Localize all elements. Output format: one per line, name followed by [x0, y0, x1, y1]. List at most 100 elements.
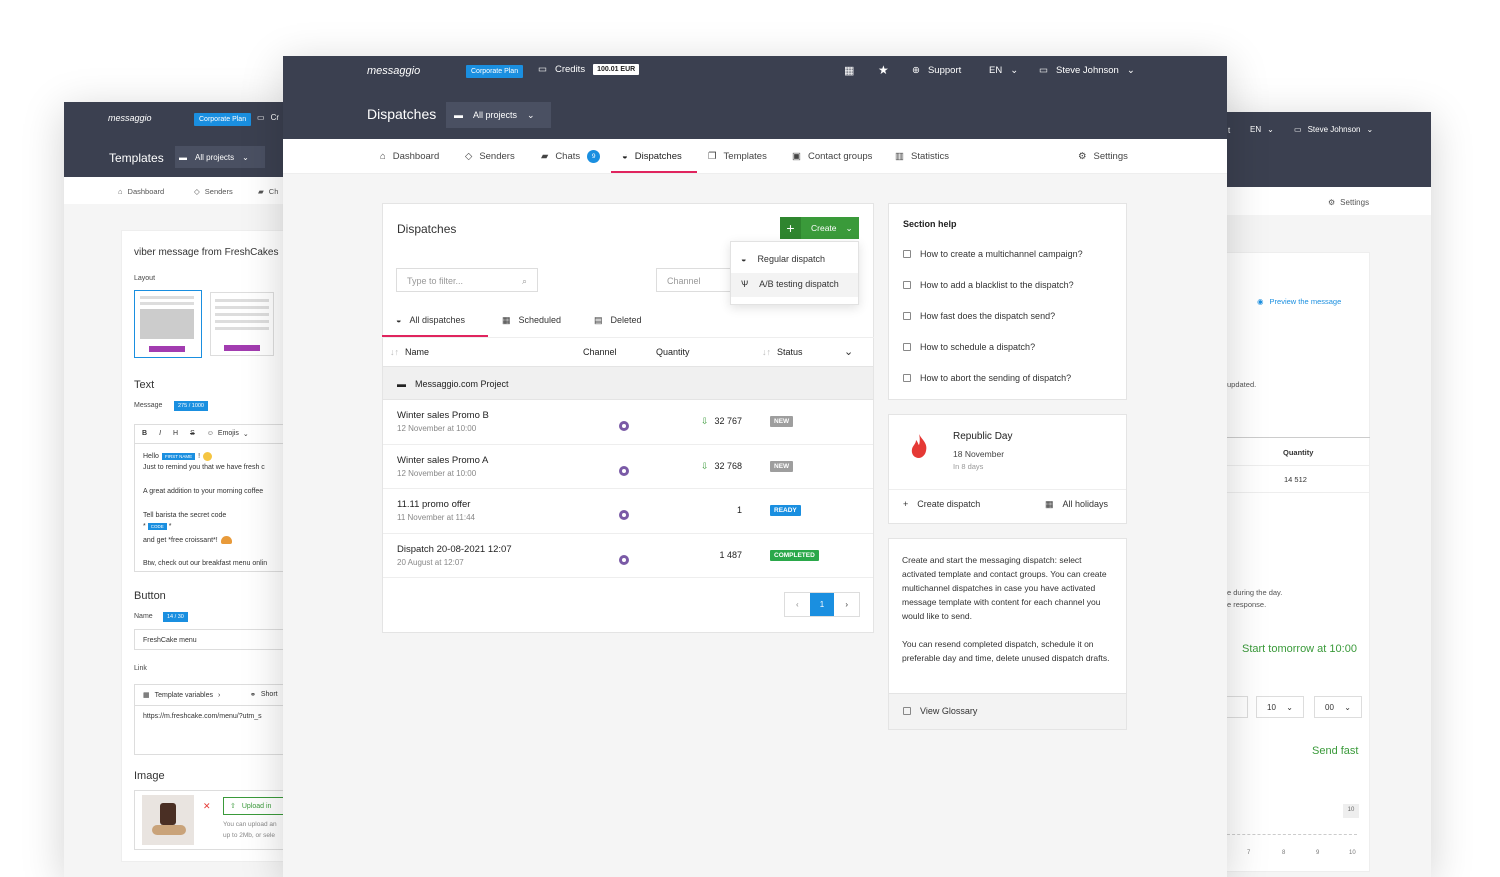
help-link[interactable]: How to abort the sending of dispatch? — [903, 373, 1071, 383]
strike-button[interactable]: S — [190, 430, 195, 437]
dropdown-ab-dispatch[interactable]: Ѱ A/B testing dispatch — [741, 279, 839, 289]
row-date: 11 November at 11:44 — [397, 513, 475, 522]
right-lang-select[interactable]: EN ⌄ — [1250, 125, 1274, 134]
user-upload-icon: ⇩ — [700, 416, 709, 426]
shorten-link-button[interactable]: ⚭ Short — [250, 691, 278, 699]
layout-option-image[interactable] — [134, 290, 202, 358]
nav-settings[interactable]: ⚙ Settings — [1078, 151, 1128, 162]
row-name[interactable]: 11.11 promo offer — [397, 499, 475, 510]
tab-deleted[interactable]: ▤ Deleted — [594, 315, 642, 326]
help-link[interactable]: How to schedule a dispatch? — [903, 342, 1035, 352]
pager-next[interactable]: › — [834, 593, 859, 616]
right-user-menu[interactable]: ▭ Steve Johnson ⌄ — [1294, 125, 1373, 134]
all-holidays-label: All holidays — [1062, 499, 1109, 509]
wallet-icon: ▭ — [538, 64, 547, 75]
left-nav-senders[interactable]: ◇ Senders — [194, 187, 233, 196]
plan-badge[interactable]: Corporate Plan — [466, 65, 524, 78]
all-holidays-link[interactable]: ▦ All holidays — [1045, 499, 1108, 510]
credits-widget[interactable]: ▭ Credits 100.01 EUR — [538, 64, 640, 75]
variables-icon: ▦ — [143, 692, 150, 699]
speed-slider[interactable] — [1227, 834, 1357, 842]
column-status[interactable]: ↓↑ Status — [762, 347, 803, 357]
filter-input[interactable]: Type to filter... ⌕ — [396, 268, 538, 292]
right-lang-label: EN — [1250, 125, 1262, 134]
code-variable[interactable]: CODE — [147, 523, 167, 530]
chevron-down-icon: ⌄ — [1126, 65, 1135, 76]
pager-page[interactable]: 1 — [809, 593, 835, 616]
tab-all-dispatches[interactable]: ◒ All dispatches — [396, 315, 465, 325]
message-editor[interactable] — [134, 424, 286, 572]
project-select[interactable]: ▬ All projects ⌄ — [446, 102, 551, 128]
viber-icon — [619, 421, 629, 431]
first-name-variable[interactable]: FIRST NAME — [161, 453, 196, 460]
column-channel[interactable]: Channel — [583, 347, 617, 357]
send-fast-option[interactable]: Send fast — [1312, 745, 1358, 757]
row-quantity: 1 — [736, 505, 742, 515]
italic-button[interactable]: I — [159, 430, 161, 437]
table-row[interactable]: Winter sales Promo B 12 November at 10:0… — [383, 400, 873, 445]
row-name[interactable]: Winter sales Promo B — [397, 410, 489, 421]
right-settings-link[interactable]: ⚙ Settings — [1328, 198, 1369, 207]
lang-select[interactable]: EN ⌄ — [989, 65, 1018, 76]
status-badge: COMPLETED — [770, 549, 819, 561]
nav-dispatches[interactable]: ◒ Dispatches — [622, 151, 682, 162]
user-menu[interactable]: ▭ Steve Johnson ⌄ — [1039, 65, 1135, 76]
upload-image-button[interactable]: ⇧ Upload in — [223, 797, 286, 815]
star-icon[interactable]: ★ — [878, 63, 889, 77]
active-tab-indicator — [611, 171, 697, 173]
main-logo[interactable]: messaggio — [367, 65, 420, 77]
view-glossary-link[interactable]: View Glossary — [903, 706, 977, 716]
calendar-icon[interactable]: ▦ — [844, 64, 854, 77]
support-link[interactable]: ⊕ Support — [912, 65, 961, 76]
user-name: Steve Johnson — [1055, 65, 1119, 76]
button-section-title: Button — [134, 590, 166, 602]
template-variables-button[interactable]: ▦ Template variables › — [143, 691, 220, 700]
nav-statistics[interactable]: ▥ Statistics — [895, 151, 949, 162]
create-button[interactable]: + Create ⌄ — [780, 217, 859, 239]
heading-button[interactable]: H — [173, 430, 178, 437]
project-group-name: Messaggio.com Project — [415, 379, 509, 389]
nav-label: Chats — [555, 151, 581, 162]
help-link[interactable]: How fast does the dispatch send? — [903, 311, 1055, 321]
channel-select[interactable]: Channel — [656, 268, 736, 292]
row-quantity-cell: 1 487 — [695, 550, 742, 560]
help-link[interactable]: How to add a blacklist to the dispatch? — [903, 280, 1074, 290]
button-name-input[interactable]: FreshCake menu — [134, 629, 286, 650]
nav-dashboard[interactable]: ⌂ Dashboard — [380, 151, 439, 162]
preview-message-link[interactable]: ◉ Preview the message — [1257, 297, 1341, 306]
left-nav-dashboard[interactable]: ⌂ Dashboard — [118, 187, 164, 196]
row-name[interactable]: Dispatch 20-08-2021 12:07 — [397, 544, 512, 555]
help-link[interactable]: How to create a multichannel campaign? — [903, 249, 1083, 259]
message-line-hello: Hello FIRST NAME ! — [143, 452, 213, 461]
table-row[interactable]: Dispatch 20-08-2021 12:07 20 August at 1… — [383, 533, 873, 578]
column-quantity[interactable]: Quantity — [656, 347, 690, 357]
table-row[interactable]: 11.11 promo offer 11 November at 11:44 1… — [383, 489, 873, 534]
tab-scheduled[interactable]: ▦ Scheduled — [502, 315, 561, 326]
pager-prev[interactable]: ‹ — [785, 593, 810, 616]
left-nav-chats[interactable]: ▰ Ch — [258, 187, 278, 196]
emojis-button[interactable]: ☺ Emojis ⌄ — [207, 430, 249, 438]
remove-image-icon[interactable]: ✕ — [203, 801, 211, 812]
nav-templates[interactable]: ❐ Templates — [708, 151, 767, 162]
minute-select[interactable]: 00 ⌄ — [1314, 696, 1362, 718]
bold-button[interactable]: B — [142, 430, 147, 437]
table-row[interactable]: Winter sales Promo A 12 November at 10:0… — [383, 444, 873, 489]
layout-option-text[interactable] — [210, 292, 274, 356]
column-name[interactable]: ↓↑ Name — [390, 347, 429, 357]
hour-select[interactable]: 10 ⌄ — [1256, 696, 1304, 718]
left-project-select[interactable]: ▬ All projects ⌄ — [175, 146, 265, 168]
nav-contact-groups[interactable]: ▣ Contact groups — [792, 151, 872, 162]
chevron-down-icon[interactable]: ⌄ — [844, 345, 853, 358]
create-label: Create — [811, 223, 837, 233]
row-name[interactable]: Winter sales Promo A — [397, 455, 488, 466]
left-page-title: Templates — [109, 151, 164, 165]
nav-senders[interactable]: ◇ Senders — [465, 151, 515, 162]
nav-chats[interactable]: ▰ Chats 9 — [541, 150, 601, 163]
template-variables-label: Template variables — [154, 691, 213, 699]
column-label: Status — [777, 347, 803, 357]
create-holiday-dispatch[interactable]: + Create dispatch — [903, 499, 980, 509]
message-line-croissant: and get *free croissant*! — [143, 536, 232, 544]
start-tomorrow-option[interactable]: Start tomorrow at 10:00 — [1242, 643, 1357, 655]
status-badge: READY — [770, 505, 801, 516]
dropdown-regular-dispatch[interactable]: ◒ Regular dispatch — [741, 254, 825, 264]
